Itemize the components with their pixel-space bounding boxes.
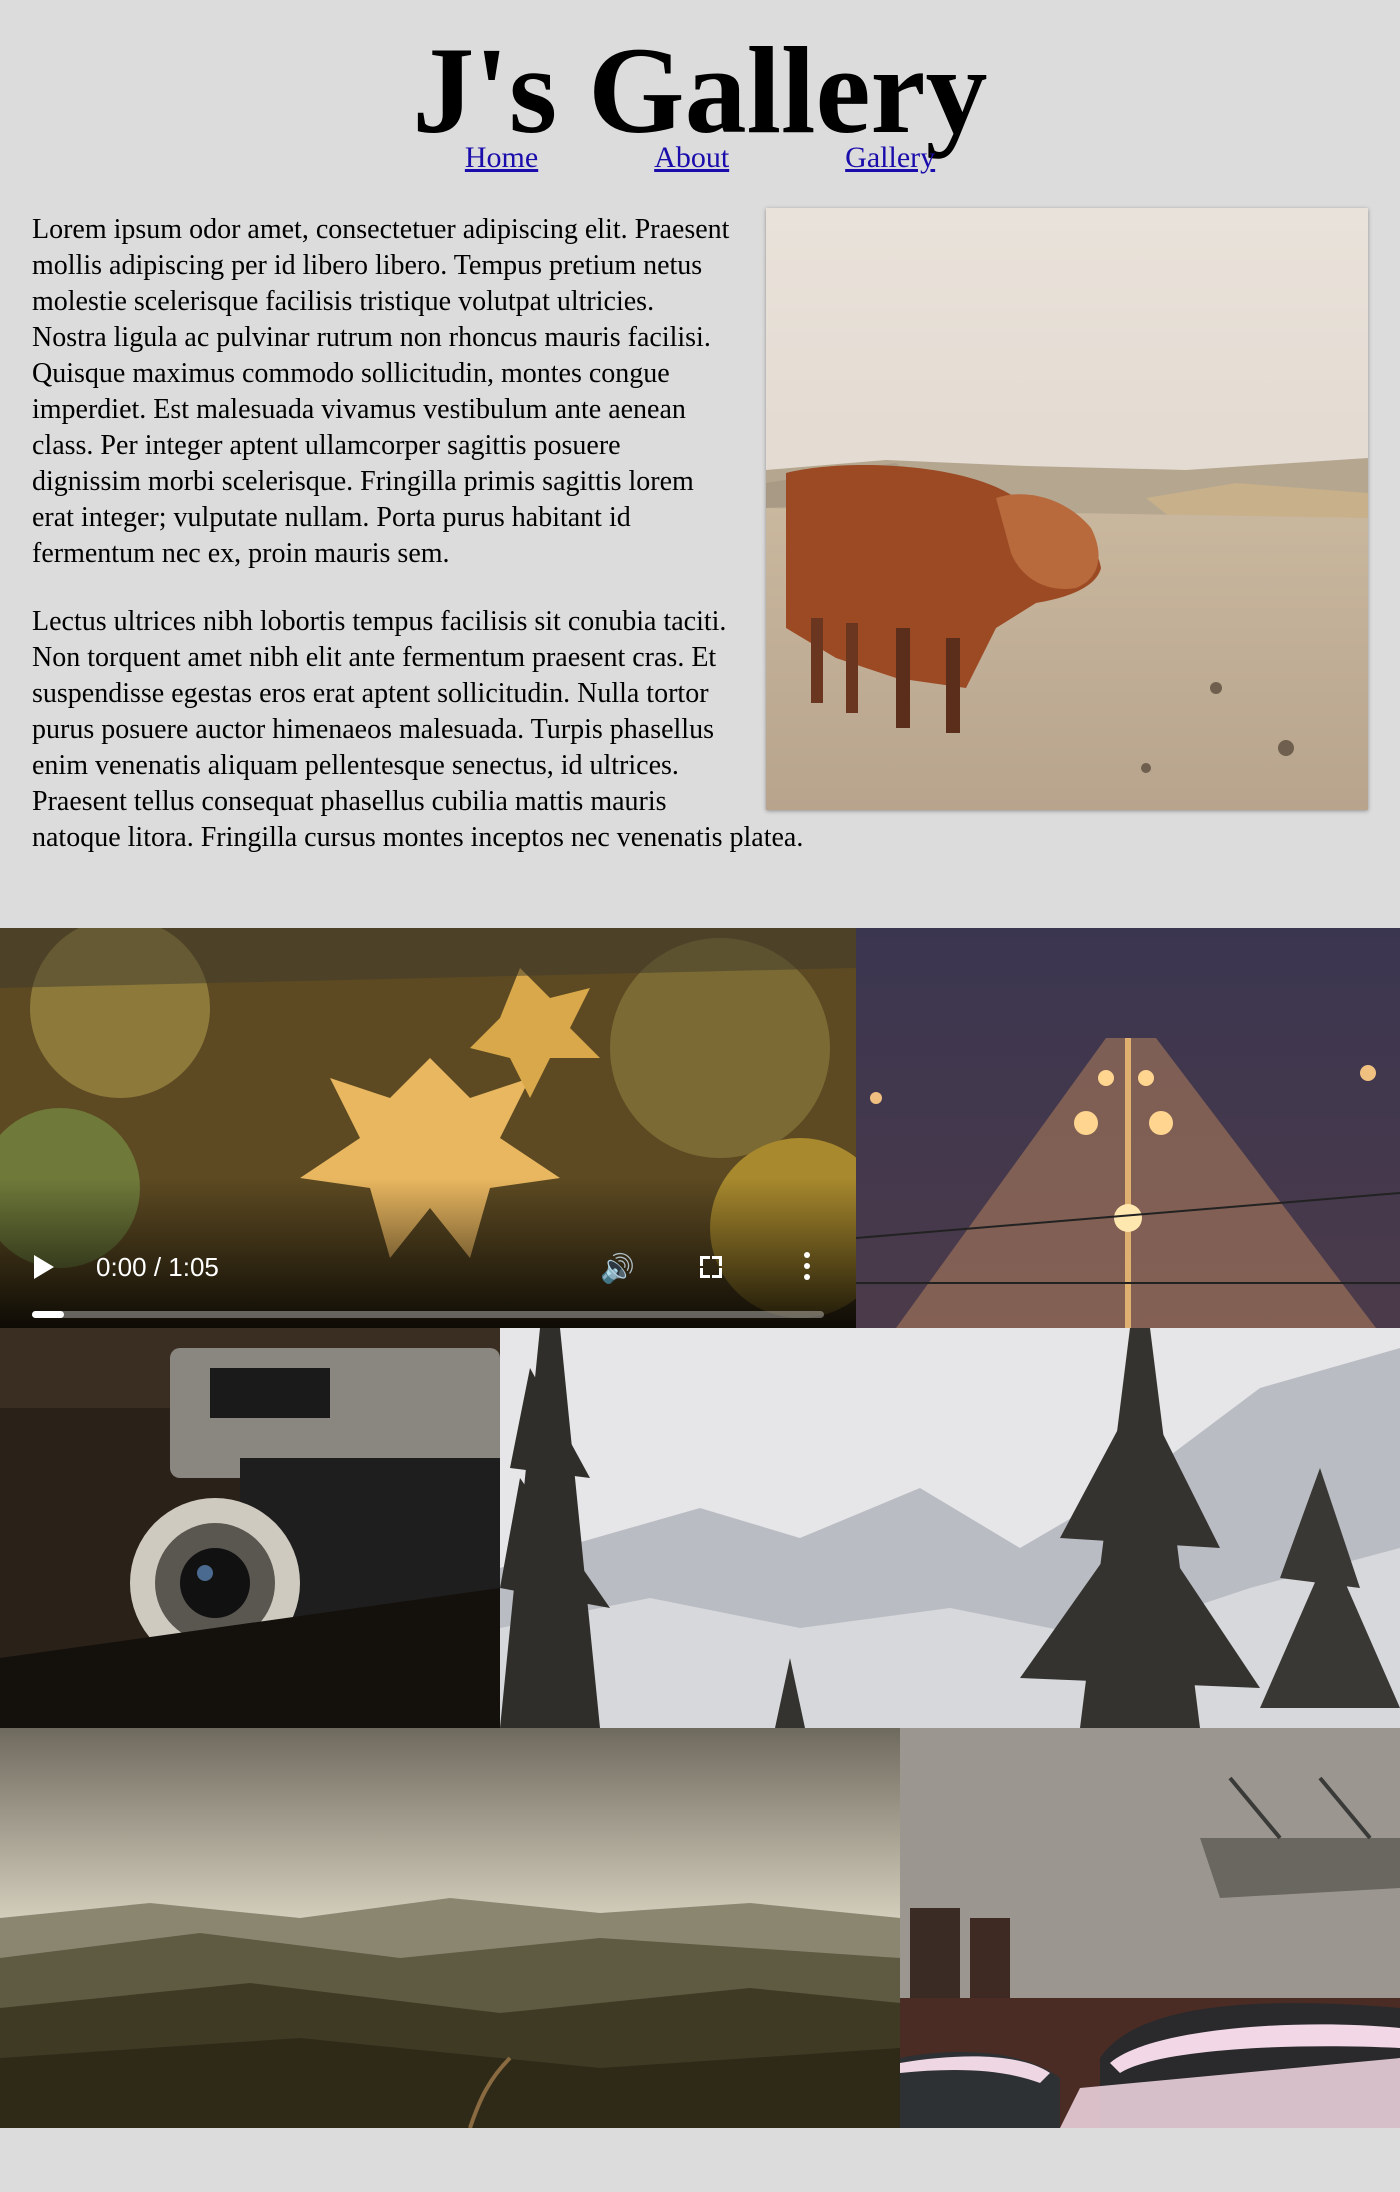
play-icon[interactable]: [34, 1255, 54, 1279]
video-player[interactable]: 0:00 / 1:05 🔊: [0, 928, 856, 1328]
hills-landscape-photo: [0, 1728, 900, 2128]
gallery-row-1: 0:00 / 1:05 🔊: [0, 928, 1400, 1328]
vintage-camera-photo: [0, 1328, 500, 1728]
intro-section: Lorem ipsum odor amet, consectetuer adip…: [0, 208, 1400, 928]
foggy-railway-lights-photo: [856, 928, 1400, 1328]
nav-link-about[interactable]: About: [654, 142, 729, 174]
video-time: 0:00 / 1:05: [96, 1252, 219, 1282]
snowy-mountains-photo: [500, 1328, 1400, 1728]
gallery-row-3: [0, 1728, 1400, 2128]
video-controls: 0:00 / 1:05 🔊: [0, 1178, 856, 1328]
nav-link-gallery[interactable]: Gallery: [845, 142, 935, 174]
old-building-snow-car-photo: [900, 1728, 1400, 2128]
more-options-icon[interactable]: [804, 1252, 810, 1285]
volume-icon[interactable]: 🔊: [600, 1252, 635, 1285]
fullscreen-icon[interactable]: [700, 1256, 722, 1278]
main-nav: Home About Gallery: [0, 142, 1400, 212]
nav-link-home[interactable]: Home: [465, 142, 538, 174]
gallery-row-2: [0, 1328, 1400, 1728]
video-progress-bar[interactable]: [32, 1311, 824, 1318]
video-progress-fill: [32, 1311, 64, 1318]
highland-cow-photo: [766, 208, 1368, 810]
site-title: J's Gallery: [412, 22, 988, 159]
